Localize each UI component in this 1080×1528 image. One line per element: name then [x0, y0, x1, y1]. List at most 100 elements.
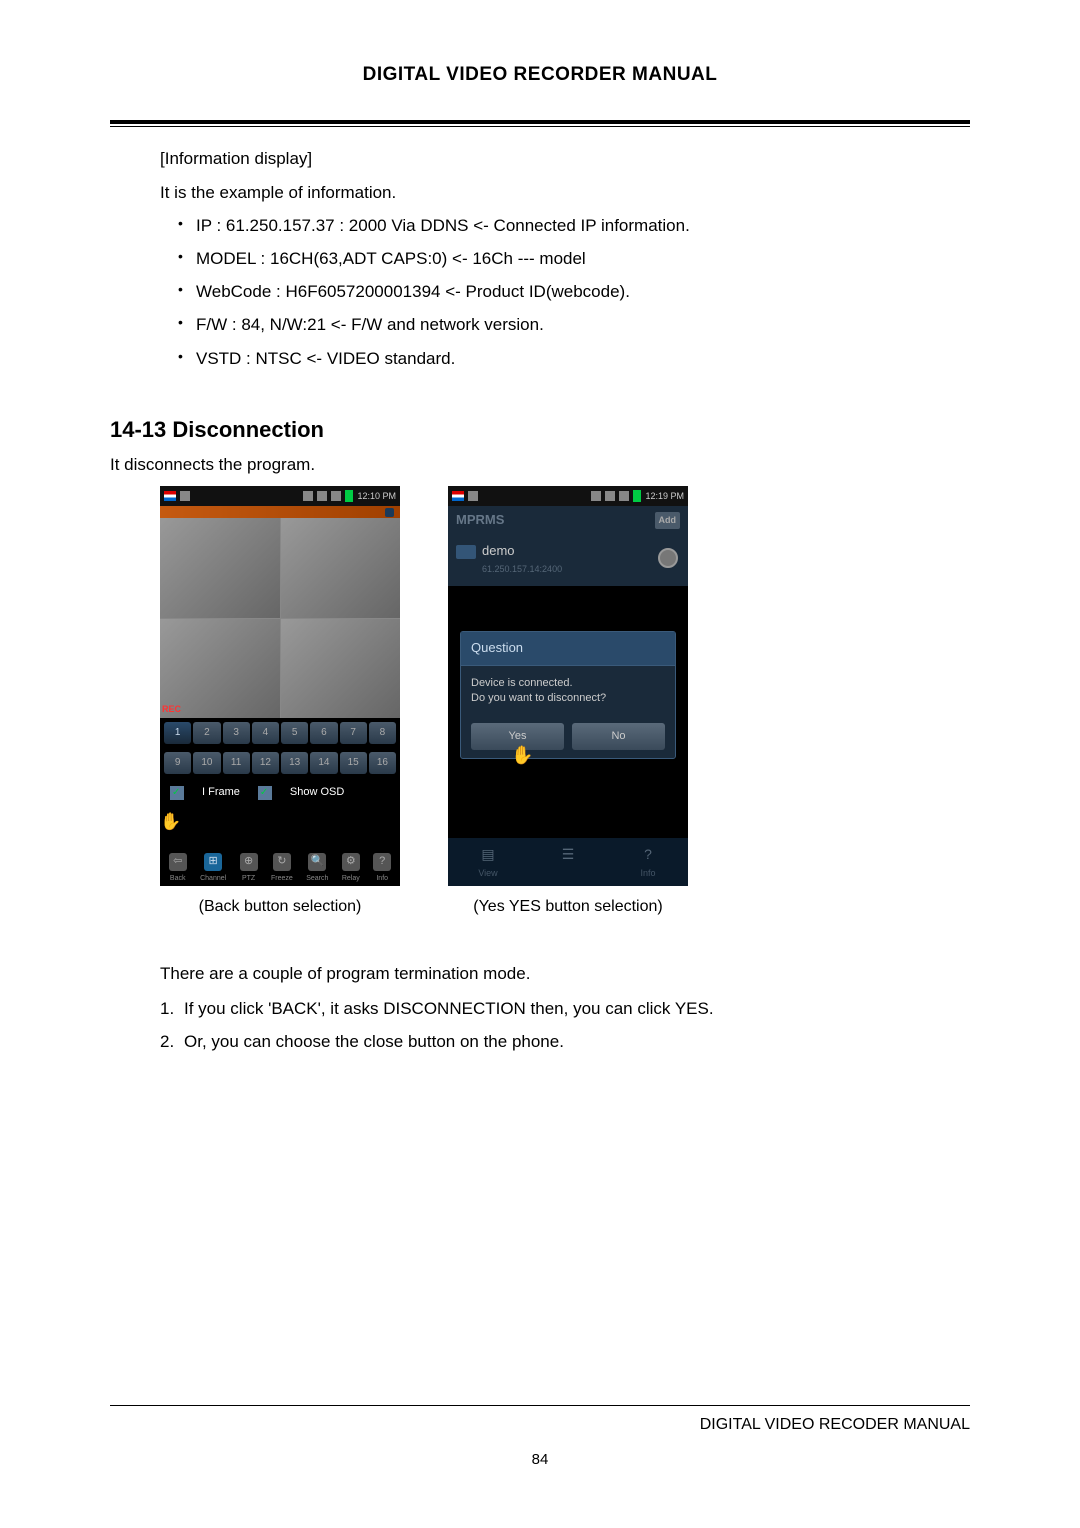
- video-cell[interactable]: [281, 518, 401, 618]
- wifi-icon: [605, 491, 615, 501]
- channel-button[interactable]: 9: [164, 752, 191, 774]
- screenshot-row: 12:10 PM REC 1 2 3 4 5 6 7 8 9: [160, 486, 970, 886]
- iframe-label: I Frame: [202, 784, 240, 802]
- caption-left: (Back button selection): [160, 894, 400, 920]
- phone-screenshot-right: 12:19 PM MPRMS Add demo 61.250.157.14:24…: [448, 486, 688, 886]
- list-tab[interactable]: ☰: [528, 838, 608, 886]
- signal-icon: [619, 491, 629, 501]
- view-tab[interactable]: ▤View: [448, 838, 528, 886]
- info-tab[interactable]: ?Info: [608, 838, 688, 886]
- header-divider: [110, 120, 970, 127]
- info-icon: ?: [373, 853, 391, 871]
- channel-row-2: 9 10 11 12 13 14 15 16: [160, 748, 400, 778]
- view-icon: ▤: [478, 844, 498, 864]
- status-icon: [468, 491, 478, 501]
- vibrate-icon: [591, 491, 601, 501]
- termination-list: 1.If you click 'BACK', it asks DISCONNEC…: [160, 995, 970, 1055]
- disconnect-desc: It disconnects the program.: [110, 451, 970, 478]
- caption-row: (Back button selection) (Yes YES button …: [160, 894, 970, 920]
- no-button[interactable]: No: [572, 723, 665, 751]
- channel-button[interactable]: 3: [223, 722, 250, 744]
- device-name: demo: [482, 541, 562, 562]
- channel-button[interactable]: 13: [281, 752, 308, 774]
- info-item-ip: IP : 61.250.157.37 : 2000 Via DDNS <- Co…: [178, 212, 970, 239]
- pointer-hand-icon: ✋: [511, 741, 533, 770]
- status-time: 12:10 PM: [357, 489, 396, 503]
- info-bullet-list: IP : 61.250.157.37 : 2000 Via DDNS <- Co…: [160, 212, 970, 372]
- dialog-line-2: Do you want to disconnect?: [471, 691, 665, 706]
- relay-icon: ⚙: [342, 853, 360, 871]
- video-grid: REC: [160, 518, 400, 718]
- video-cell[interactable]: [281, 619, 401, 719]
- dialog-title: Question: [461, 632, 675, 666]
- dialog-buttons: Yes ✋ No: [461, 717, 675, 759]
- info-button[interactable]: ?Info: [373, 853, 391, 884]
- channel-button[interactable]: 5: [281, 722, 308, 744]
- status-bar: 12:19 PM: [448, 486, 688, 506]
- freeze-button[interactable]: ↻Freeze: [271, 853, 293, 884]
- yes-button[interactable]: Yes ✋: [471, 723, 564, 751]
- grid-icon: ⊞: [204, 853, 222, 871]
- question-dialog: Question Device is connected. Do you wan…: [460, 631, 676, 759]
- term-item-2: 2.Or, you can choose the close button on…: [160, 1028, 970, 1055]
- channel-button[interactable]: 14: [310, 752, 337, 774]
- caption-right: (Yes YES button selection): [448, 894, 688, 920]
- ptz-button[interactable]: ⊕PTZ: [240, 853, 258, 884]
- bottom-nav: ▤View ☰ ?Info: [448, 838, 688, 886]
- footer-divider: DIGITAL VIDEO RECODER MANUAL: [110, 1405, 970, 1438]
- channel-button[interactable]: 4: [252, 722, 279, 744]
- back-icon: ⇦: [169, 853, 187, 871]
- info-display-desc: It is the example of information.: [160, 179, 970, 206]
- iframe-checkbox[interactable]: [170, 786, 184, 800]
- channel-button[interactable]: 7: [340, 722, 367, 744]
- signal-icon: [331, 491, 341, 501]
- channel-button[interactable]: 2: [193, 722, 220, 744]
- channel-button[interactable]: 8: [369, 722, 396, 744]
- wifi-icon: [317, 491, 327, 501]
- channel-button[interactable]: 6: [310, 722, 337, 744]
- channel-button[interactable]: 10: [193, 752, 220, 774]
- page-header: DIGITAL VIDEO RECORDER MANUAL: [110, 60, 970, 90]
- channel-button[interactable]: 1: [164, 722, 191, 744]
- status-time: 12:19 PM: [645, 489, 684, 503]
- dialog-line-1: Device is connected.: [471, 676, 665, 691]
- info-item-vstd: VSTD : NTSC <- VIDEO standard.: [178, 345, 970, 372]
- section-title-disconnection: 14-13 Disconnection: [110, 412, 970, 447]
- info-icon: ?: [638, 844, 658, 864]
- app-title-bar: [160, 506, 400, 518]
- page-number: 84: [110, 1448, 970, 1472]
- channel-button[interactable]: 11: [223, 752, 250, 774]
- search-button[interactable]: 🔍Search: [306, 853, 328, 884]
- ptz-icon: ⊕: [240, 853, 258, 871]
- device-list-item[interactable]: demo 61.250.157.14:2400: [448, 535, 688, 586]
- channel-button-nav[interactable]: ⊞Channel: [200, 853, 226, 884]
- info-display-title: [Information display]: [160, 145, 970, 172]
- dialog-body: Device is connected. Do you want to disc…: [461, 666, 675, 717]
- relay-button[interactable]: ⚙Relay: [342, 853, 360, 884]
- app-name: MPRMS: [456, 510, 504, 531]
- info-item-fw: F/W : 84, N/W:21 <- F/W and network vers…: [178, 311, 970, 338]
- osd-checkbox[interactable]: [258, 786, 272, 800]
- channel-button[interactable]: 12: [252, 752, 279, 774]
- channel-row-1: 1 2 3 4 5 6 7 8: [160, 718, 400, 748]
- status-bar: 12:10 PM: [160, 486, 400, 506]
- channel-button[interactable]: 16: [369, 752, 396, 774]
- device-ip: 61.250.157.14:2400: [482, 562, 562, 576]
- phone-screenshot-left: 12:10 PM REC 1 2 3 4 5 6 7 8 9: [160, 486, 400, 886]
- app-header: MPRMS Add: [448, 506, 688, 535]
- back-button[interactable]: ⇦Back: [169, 853, 187, 884]
- freeze-icon: ↻: [273, 853, 291, 871]
- vibrate-icon: [303, 491, 313, 501]
- video-cell[interactable]: REC: [160, 619, 280, 719]
- add-button[interactable]: Add: [655, 512, 681, 528]
- options-row: I Frame Show OSD: [160, 778, 400, 808]
- info-item-webcode: WebCode : H6F6057200001394 <- Product ID…: [178, 278, 970, 305]
- expand-icon[interactable]: [658, 548, 678, 568]
- video-cell[interactable]: [160, 518, 280, 618]
- rec-label: REC: [162, 702, 181, 716]
- channel-button[interactable]: 15: [340, 752, 367, 774]
- bottom-toolbar: ⇦Back ⊞Channel ⊕PTZ ↻Freeze 🔍Search ⚙Rel…: [160, 845, 400, 886]
- flag-icon: [452, 491, 464, 501]
- status-icon: [180, 491, 190, 501]
- battery-icon: [633, 490, 641, 502]
